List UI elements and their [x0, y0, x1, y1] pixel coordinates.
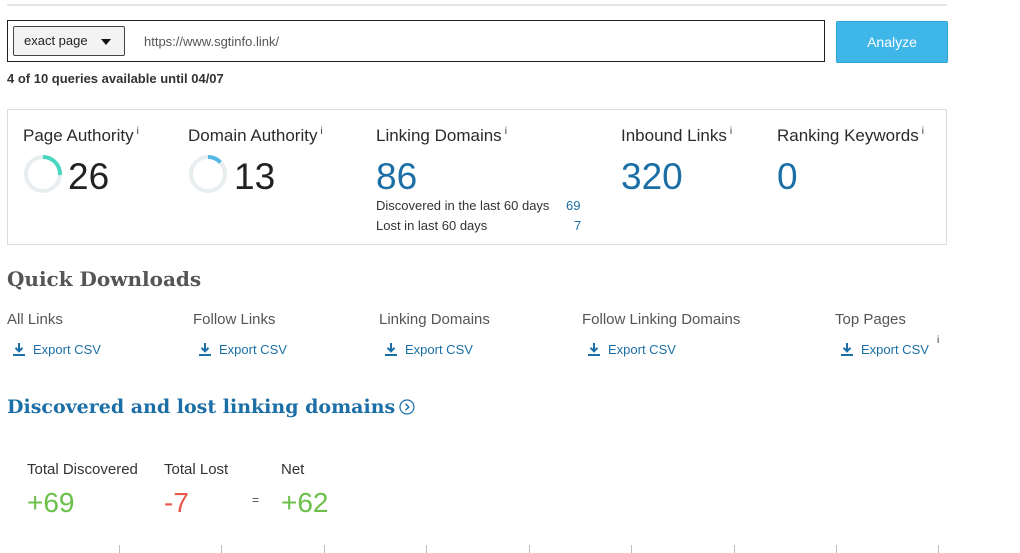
info-icon[interactable]: i — [505, 126, 507, 137]
domain-authority-gauge — [189, 155, 227, 193]
url-search-bar: exact page — [7, 20, 825, 62]
metric-label: Domain Authority — [188, 126, 318, 145]
download-title: Follow Links — [193, 311, 276, 328]
export-csv-label: Export CSV — [608, 342, 676, 357]
discovered-lost-heading-text: Discovered and lost linking domains — [7, 396, 396, 418]
axis-tick — [734, 545, 735, 553]
download-icon — [385, 343, 397, 356]
download-top-pages: Top Pages Export CSV i — [835, 311, 939, 357]
metric-label: Linking Domains — [376, 126, 502, 145]
equals-sign: = — [252, 493, 260, 507]
export-csv-label: Export CSV — [861, 342, 929, 357]
export-csv-link[interactable]: Export CSV — [841, 342, 929, 357]
metric-label: Page Authority — [23, 126, 134, 145]
axis-tick — [221, 545, 222, 553]
top-divider — [7, 4, 947, 6]
download-icon — [199, 343, 211, 356]
download-follow-links: Follow Links Export CSV — [193, 311, 287, 357]
scope-dropdown[interactable]: exact page — [13, 26, 125, 56]
page-authority-value: 26 — [68, 156, 110, 197]
download-title: Top Pages — [835, 311, 906, 328]
axis-tick — [836, 545, 837, 553]
total-lost-value: -7 — [164, 487, 189, 518]
lost-value[interactable]: 7 — [574, 218, 581, 233]
query-quota-text: 4 of 10 queries available until 04/07 — [7, 71, 224, 86]
export-csv-label: Export CSV — [219, 342, 287, 357]
discovered-value[interactable]: 69 — [566, 198, 580, 213]
total-discovered-value: +69 — [27, 487, 75, 518]
discovered-lost-heading[interactable]: Discovered and lost linking domains — [7, 396, 415, 418]
chevron-circle-right-icon — [399, 399, 415, 415]
chart-axis-ticks — [0, 545, 1020, 553]
metric-label: Inbound Links — [621, 126, 727, 145]
axis-tick — [119, 545, 120, 553]
export-csv-label: Export CSV — [405, 342, 473, 357]
axis-tick — [529, 545, 530, 553]
domain-authority-value: 13 — [234, 156, 276, 197]
download-title: Follow Linking Domains — [582, 311, 741, 328]
quick-downloads-title: Quick Downloads — [7, 267, 202, 291]
download-title: Linking Domains — [379, 311, 490, 328]
metrics-panel: Page Authority i 26 Domain Authority i 13 … — [7, 109, 947, 245]
total-lost-label: Total Lost — [164, 461, 229, 478]
page-authority-gauge — [24, 155, 62, 193]
lost-label: Lost in last 60 days — [376, 218, 488, 233]
axis-tick — [938, 545, 939, 553]
download-icon — [588, 343, 600, 356]
total-discovered-label: Total Discovered — [27, 461, 138, 478]
export-csv-link[interactable]: Export CSV — [588, 342, 676, 357]
url-input[interactable] — [138, 27, 820, 55]
axis-tick — [426, 545, 427, 553]
linking-domains-value: 86 — [376, 156, 418, 197]
info-icon[interactable]: i — [137, 126, 139, 137]
info-icon[interactable]: i — [320, 126, 322, 137]
ranking-keywords-value: 0 — [777, 156, 798, 197]
discovered-label: Discovered in the last 60 days — [376, 198, 550, 213]
download-all-links: All Links Export CSV — [7, 311, 101, 357]
caret-down-icon — [101, 39, 111, 45]
info-icon[interactable]: i — [937, 335, 939, 346]
download-follow-linking-domains: Follow Linking Domains Export CSV — [582, 311, 741, 357]
axis-tick — [324, 545, 325, 553]
inbound-links-value: 320 — [621, 156, 683, 197]
scope-dropdown-value: exact page — [24, 33, 88, 48]
net-label: Net — [281, 461, 305, 478]
analyze-button[interactable]: Analyze — [836, 21, 948, 63]
axis-tick — [631, 545, 632, 553]
download-icon — [841, 343, 853, 356]
download-title: All Links — [7, 311, 63, 328]
export-csv-link[interactable]: Export CSV — [199, 342, 287, 357]
download-linking-domains: Linking Domains Export CSV — [379, 311, 490, 357]
info-icon[interactable]: i — [922, 126, 924, 137]
download-icon — [13, 343, 25, 356]
export-csv-link[interactable]: Export CSV — [13, 342, 101, 357]
metric-label: Ranking Keywords — [777, 126, 919, 145]
net-value: +62 — [281, 487, 329, 518]
export-csv-link[interactable]: Export CSV — [385, 342, 473, 357]
export-csv-label: Export CSV — [33, 342, 101, 357]
info-icon[interactable]: i — [730, 126, 732, 137]
